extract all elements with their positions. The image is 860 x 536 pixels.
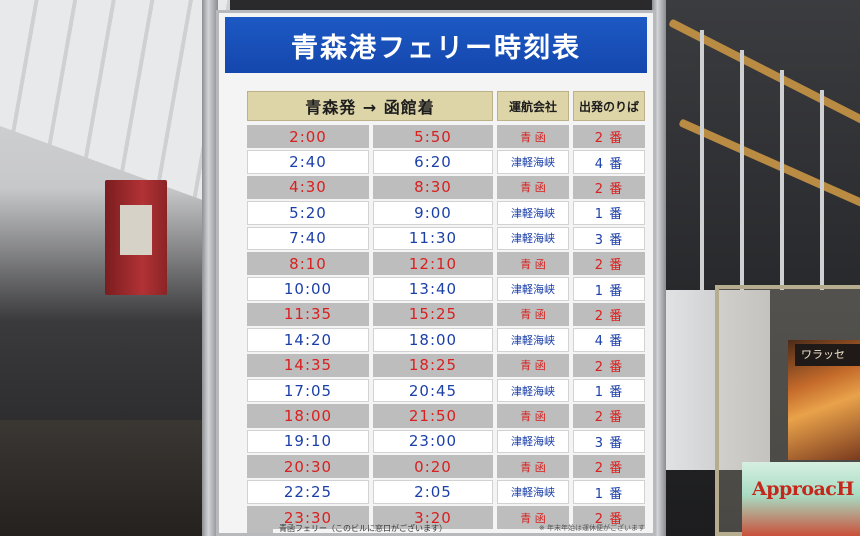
stair-baluster (700, 30, 704, 290)
departure-berth: 2 番 (573, 353, 645, 377)
table-row: 2:00 5:50 青 函2 番 (247, 125, 645, 149)
stair-baluster (780, 70, 784, 290)
departure-time: 17:05 (247, 378, 369, 403)
arrival-time: 20:45 (373, 378, 493, 403)
operator-name: 青 函 (497, 125, 569, 149)
table-row: 14:35 18:25 青 函2 番 (247, 353, 645, 377)
arrival-time: 6:20 (373, 150, 493, 174)
arrival-time: 8:30 (373, 175, 493, 200)
timetable: 青森発 → 函館着 運航会社 出発のりば 2:00 5:50 青 函2 番 2:40 6… (247, 91, 645, 531)
header-operator: 運航会社 (497, 91, 569, 121)
brochure-wa-rasse-title: ワラッセ (795, 344, 860, 366)
departure-time: 7:40 (247, 226, 369, 250)
timetable-rows: 2:00 5:50 青 函2 番 2:40 6:20 津軽海峡 4 番 4:30 8:30 青 函… (247, 125, 645, 530)
operator-name: 青 函 (497, 175, 569, 200)
operator-name: 津軽海峡 (497, 226, 569, 250)
departure-berth: 1 番 (573, 277, 645, 301)
table-row: 17:05 20:45 津軽海峡 1 番 (247, 378, 645, 403)
arrival-time: 12:10 (373, 251, 493, 276)
departure-time: 10:00 (247, 277, 369, 301)
table-row: 4:30 8:30 青 函2 番 (247, 175, 645, 200)
header-route: 青森発 → 函館着 (247, 91, 493, 121)
header-berth: 出発のりば (573, 91, 645, 121)
table-row: 22:25 2:05 津軽海峡 1 番 (247, 480, 645, 504)
operator-name: 津軽海峡 (497, 480, 569, 504)
arrival-time: 18:25 (373, 353, 493, 377)
table-row: 11:35 15:25 青 函2 番 (247, 302, 645, 327)
operator-name: 青 函 (497, 404, 569, 428)
departure-berth: 3 番 (573, 226, 645, 250)
departure-time: 11:35 (247, 302, 369, 327)
departure-berth: 2 番 (573, 404, 645, 428)
table-row: 2:40 6:20 津軽海峡 4 番 (247, 150, 645, 174)
departure-time: 5:20 (247, 201, 369, 225)
departure-berth: 2 番 (573, 175, 645, 200)
legend-swatch (247, 523, 273, 533)
operator-name: 津軽海峡 (497, 277, 569, 301)
operator-name: 津軽海峡 (497, 201, 569, 225)
departure-berth: 2 番 (573, 251, 645, 276)
departure-time: 2:00 (247, 125, 369, 149)
departure-time: 19:10 (247, 429, 369, 454)
board-title: 青森港フェリー時刻表 (225, 17, 647, 73)
departure-time: 2:40 (247, 150, 369, 174)
departure-time: 18:00 (247, 404, 369, 428)
departure-berth: 2 番 (573, 455, 645, 479)
departure-berth: 2 番 (573, 125, 645, 149)
arrival-time: 0:20 (373, 455, 493, 479)
operator-name: 津軽海峡 (497, 429, 569, 454)
arrival-time: 18:00 (373, 328, 493, 352)
operator-name: 津軽海峡 (497, 150, 569, 174)
departure-time: 8:10 (247, 251, 369, 276)
vending-machine-panel (120, 205, 152, 255)
arrival-time: 5:50 (373, 125, 493, 149)
table-row: 20:30 0:20 青 函2 番 (247, 455, 645, 479)
departure-berth: 3 番 (573, 429, 645, 454)
arrival-time: 13:40 (373, 277, 493, 301)
table-row: 5:20 9:00 津軽海峡 1 番 (247, 201, 645, 225)
arrival-time: 11:30 (373, 226, 493, 250)
departure-time: 4:30 (247, 175, 369, 200)
ferry-timetable-board: 青森港フェリー時刻表 青森発 → 函館着 運航会社 出発のりば 2:00 5:50… (216, 10, 656, 536)
departure-berth: 4 番 (573, 328, 645, 352)
operator-name: 津軽海峡 (497, 378, 569, 403)
floor-left (0, 420, 230, 536)
operator-name: 青 函 (497, 251, 569, 276)
operator-name: 青 函 (497, 353, 569, 377)
departure-berth: 4 番 (573, 150, 645, 174)
stair-baluster (740, 50, 744, 290)
table-row: 10:00 13:40 津軽海峡 1 番 (247, 277, 645, 301)
table-row: 14:20 18:00 津軽海峡 4 番 (247, 328, 645, 352)
departure-time: 20:30 (247, 455, 369, 479)
table-row: 7:40 11:30 津軽海峡 3 番 (247, 226, 645, 250)
table-row: 8:10 12:10 青 函2 番 (247, 251, 645, 276)
stair-baluster (820, 90, 824, 290)
operator-name: 青 函 (497, 302, 569, 327)
departure-time: 22:25 (247, 480, 369, 504)
departure-time: 14:20 (247, 328, 369, 352)
operator-name: 津軽海峡 (497, 328, 569, 352)
legend-note: ※ 年末年始は運休便がございます (538, 524, 645, 532)
arrival-time: 2:05 (373, 480, 493, 504)
arrival-time: 9:00 (373, 201, 493, 225)
arrival-time: 15:25 (373, 302, 493, 327)
timetable-header-row: 青森発 → 函館着 運航会社 出発のりば (247, 91, 645, 121)
departure-berth: 1 番 (573, 201, 645, 225)
table-row: 19:10 23:00 津軽海峡 3 番 (247, 429, 645, 454)
table-row: 18:00 21:50 青 函2 番 (247, 404, 645, 428)
departure-berth: 1 番 (573, 378, 645, 403)
legend-text: 青函フェリー（このビルに窓口がございます） (279, 523, 447, 533)
operator-name: 青 函 (497, 455, 569, 479)
departure-time: 14:35 (247, 353, 369, 377)
arrival-time: 21:50 (373, 404, 493, 428)
legend: 青函フェリー（このビルに窓口がございます） ※ 年末年始は運休便がございます (247, 521, 645, 535)
departure-berth: 2 番 (573, 302, 645, 327)
departure-berth: 1 番 (573, 480, 645, 504)
brochure-approach-title: ApproacH (752, 478, 854, 500)
arrival-time: 23:00 (373, 429, 493, 454)
